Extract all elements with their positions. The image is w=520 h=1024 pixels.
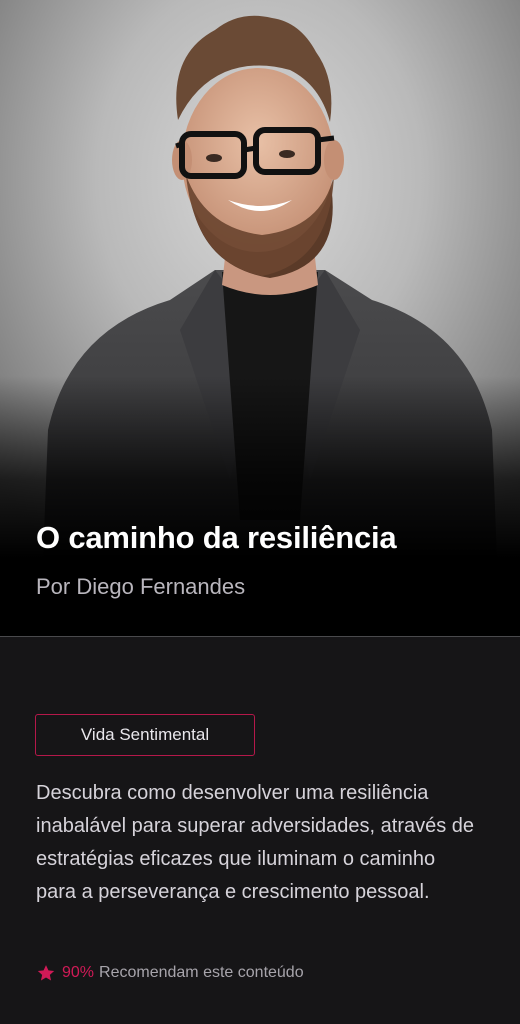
hero-section: O caminho da resiliência Por Diego Ferna… [0, 0, 520, 636]
recommendation-percent: 90% [62, 964, 95, 981]
details-section: Vida Sentimental Descubra como desenvolv… [0, 636, 520, 1024]
category-tag[interactable]: Vida Sentimental [35, 714, 255, 756]
recommendation-rating: 90% Recomendam este conteúdo [36, 963, 304, 983]
recommendation-label: Recomendam este conteúdo [99, 964, 304, 981]
content-detail-screen: O caminho da resiliência Por Diego Ferna… [0, 0, 520, 1024]
content-title: O caminho da resiliência [36, 520, 397, 555]
star-icon [37, 965, 55, 981]
content-description: Descubra como desenvolver uma resiliênci… [36, 782, 475, 903]
author-name: Por Diego Fernandes [36, 574, 246, 599]
